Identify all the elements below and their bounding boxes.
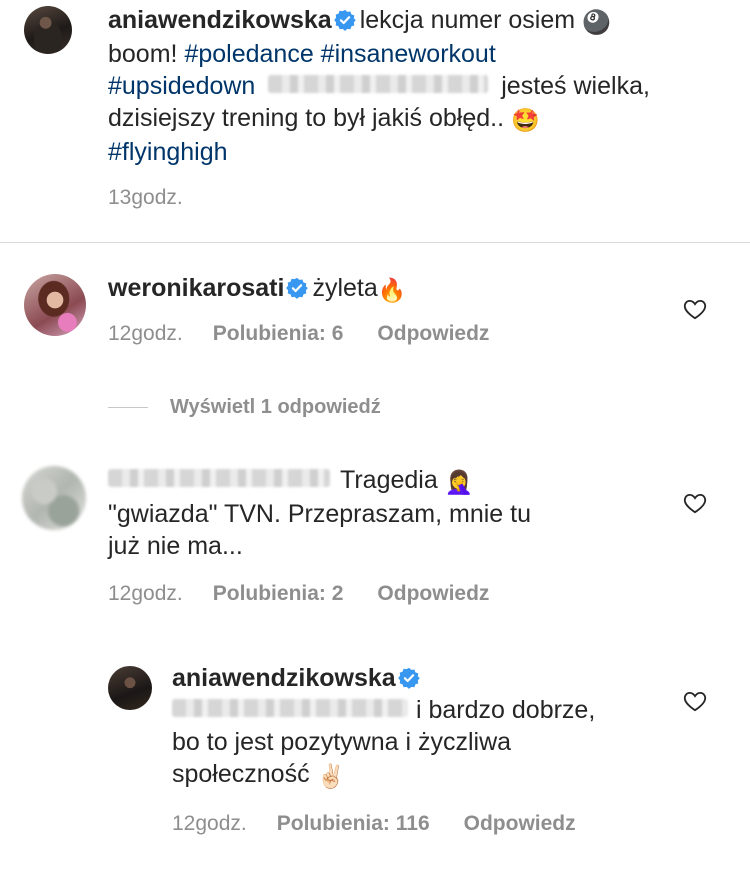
reply-text-2: bo to jest pozytywna i życzliwa (172, 728, 512, 756)
view-replies-line (108, 407, 148, 408)
view-replies-label: Wyświetl 1 odpowiedź (170, 396, 381, 418)
caption-text-1: lekcja numer osiem (359, 6, 576, 34)
comment-avatar[interactable] (22, 466, 86, 530)
verified-badge-icon (286, 277, 309, 299)
comment-1-likes[interactable]: Polubienia: 6 (213, 322, 344, 346)
victory-hand-emoji: ✌🏻 (316, 763, 346, 789)
reply-likes[interactable]: Polubienia: 116 (277, 812, 430, 836)
blurred-mention (268, 75, 489, 93)
comment-2-line-1: Tragedia 🤦‍♀️ (108, 464, 668, 498)
comment-1-meta: 12godz. Polubienia: 6 Odpowiedz (108, 322, 489, 346)
caption-meta: 13godz. (108, 186, 213, 210)
comment-2-text-3: już nie ma... (108, 532, 243, 560)
reply-text-3: społeczność (172, 760, 310, 788)
comment-2-timestamp: 12godz. (108, 582, 183, 605)
caption-divider (0, 242, 750, 243)
caption-timestamp: 13godz. (108, 186, 183, 209)
comment-2-text-2: "gwiazda" TVN. Przepraszam, mnie tu (108, 500, 531, 528)
reply-meta: 12godz. Polubienia: 116 Odpowiedz (172, 812, 576, 836)
view-replies-button[interactable]: Wyświetl 1 odpowiedź (108, 396, 381, 419)
star-struck-emoji: 🤩 (510, 107, 540, 133)
verified-badge-icon (333, 9, 356, 31)
caption-text-4: dzisiejszy trening to był jakiś obłęd.. (108, 104, 505, 132)
comment-2-likes[interactable]: Polubienia: 2 (213, 582, 344, 606)
blurred-mention[interactable] (172, 699, 408, 717)
caption-text-2: boom! (108, 40, 178, 68)
caption-line-4: dzisiejszy trening to był jakiś obłęd.. … (108, 102, 728, 136)
caption-username[interactable]: aniawendzikowska (108, 6, 332, 34)
reply-line-2: i bardzo dobrze, (172, 694, 672, 726)
fire-emoji: 🔥 (377, 277, 407, 303)
comments-screen: aniawendzikowska lekcja numer osiem 🎱 boo… (0, 0, 750, 874)
hashtag-flyinghigh[interactable]: #flyinghigh (108, 138, 228, 166)
comment-2-body: Tragedia 🤦‍♀️ "gwiazda" TVN. Przepraszam… (108, 464, 668, 562)
verified-badge-icon (397, 667, 420, 689)
comment-1-reply-button[interactable]: Odpowiedz (377, 322, 489, 346)
comment-2-text-1: Tragedia (340, 466, 438, 494)
comment-1-username[interactable]: weronikarosati (108, 274, 284, 302)
heart-outline-icon[interactable] (682, 490, 708, 516)
reply-timestamp: 12godz. (172, 812, 247, 835)
reply-avatar[interactable] (108, 666, 152, 710)
reply-body: aniawendzikowska i bardzo dobrze, bo to … (172, 662, 672, 792)
comment-1-text: żyleta (312, 274, 378, 302)
reply-reply-button[interactable]: Odpowiedz (464, 812, 576, 836)
caption-hashtags[interactable]: #poledance #insaneworkout (184, 40, 495, 68)
comment-avatar[interactable] (24, 274, 86, 336)
reply-line-4: społeczność ✌🏻 (172, 758, 672, 792)
caption-line-1: aniawendzikowska lekcja numer osiem 🎱 (108, 4, 728, 38)
heart-outline-icon[interactable] (682, 296, 708, 322)
caption-line-5: #flyinghigh (108, 136, 728, 168)
facepalm-emoji: 🤦‍♀️ (444, 469, 474, 495)
comment-2-reply-button[interactable]: Odpowiedz (377, 582, 489, 606)
caption-body: aniawendzikowska lekcja numer osiem 🎱 boo… (108, 4, 728, 168)
heart-outline-icon[interactable] (682, 688, 708, 714)
reply-line-1: aniawendzikowska (172, 662, 672, 694)
caption-line-3: #upsidedown jesteś wielka, (108, 70, 728, 102)
hashtag-upsidedown[interactable]: #upsidedown (108, 72, 255, 100)
caption-text-3: jesteś wielka, (501, 72, 650, 100)
reply-text-1: i bardzo dobrze, (416, 696, 596, 724)
blurred-username[interactable] (108, 469, 330, 487)
comment-2-meta: 12godz. Polubienia: 2 Odpowiedz (108, 582, 489, 606)
reply-username[interactable]: aniawendzikowska (172, 664, 396, 692)
comment-1-timestamp: 12godz. (108, 322, 183, 345)
caption-line-2: boom! #poledance #insaneworkout (108, 38, 728, 70)
caption-avatar[interactable] (24, 6, 72, 54)
comment-1-body: weronikarosati żyleta🔥 (108, 272, 648, 306)
pool-ball-emoji: 🎱 (582, 9, 611, 35)
